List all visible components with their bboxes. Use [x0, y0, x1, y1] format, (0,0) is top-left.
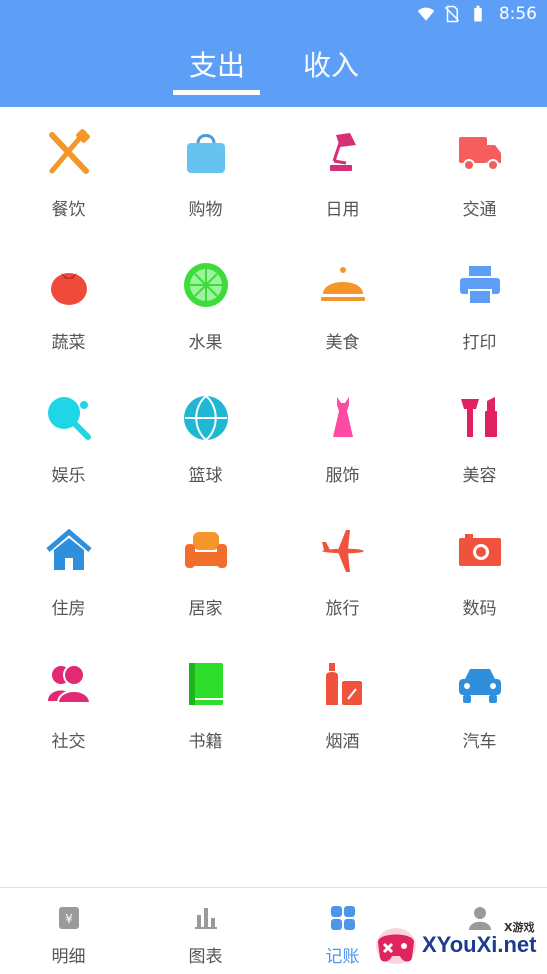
- category-item[interactable]: 购物: [137, 107, 274, 240]
- category-label: 购物: [188, 200, 223, 220]
- status-bar: 8:56: [0, 0, 547, 28]
- category-item[interactable]: 美容: [411, 373, 547, 506]
- grid-icon: [329, 904, 357, 932]
- category-label: 数码: [462, 599, 497, 619]
- desk-lamp-icon: [320, 129, 366, 175]
- category-item[interactable]: 书籍: [137, 639, 274, 772]
- shopping-bag-icon: [183, 129, 229, 175]
- camera-icon: [457, 528, 503, 574]
- airplane-icon: [320, 528, 366, 574]
- tab-expense[interactable]: 支出: [167, 44, 267, 84]
- status-time: 8:56: [498, 4, 537, 24]
- category-label: 居家: [188, 599, 223, 619]
- wifi-icon: [417, 7, 435, 21]
- printer-icon: [457, 262, 503, 308]
- category-label: 娱乐: [51, 466, 86, 486]
- nav-item-details[interactable]: ¥ 明细: [0, 888, 137, 974]
- category-label: 餐饮: [51, 200, 86, 220]
- category-label: 旅行: [325, 599, 360, 619]
- category-item[interactable]: 居家: [137, 506, 274, 639]
- category-item[interactable]: 篮球: [137, 373, 274, 506]
- cloche-icon: [320, 262, 366, 308]
- notebook-icon: ¥: [55, 904, 83, 932]
- tomato-icon: [46, 262, 92, 308]
- people-icon: [46, 661, 92, 707]
- bottle-icon: [320, 661, 366, 707]
- svg-text:¥: ¥: [65, 912, 73, 926]
- category-item[interactable]: 数码: [411, 506, 547, 639]
- category-label: 烟酒: [325, 732, 360, 752]
- makeup-icon: [457, 395, 503, 441]
- dress-icon: [320, 395, 366, 441]
- category-label: 美食: [325, 333, 360, 353]
- category-grid: 餐饮 购物 日用 交通 蔬菜 水果 美食 打印 娱乐 篮球 服饰 美容 住房 居…: [0, 107, 547, 887]
- category-item[interactable]: 交通: [411, 107, 547, 240]
- category-label: 交通: [462, 200, 497, 220]
- basketball-icon: [183, 395, 229, 441]
- header: 8:56 支出 收入: [0, 0, 547, 107]
- category-item[interactable]: 住房: [0, 506, 137, 639]
- tab-active-indicator: [173, 90, 260, 95]
- sofa-icon: [183, 528, 229, 574]
- nav-label: 图表: [188, 947, 223, 967]
- category-label: 篮球: [188, 466, 223, 486]
- truck-icon: [457, 129, 503, 175]
- nav-label: 明细: [51, 947, 86, 967]
- category-item[interactable]: 服饰: [274, 373, 411, 506]
- category-label: 美容: [462, 466, 497, 486]
- house-icon: [46, 528, 92, 574]
- category-item[interactable]: 日用: [274, 107, 411, 240]
- bar-chart-icon: [192, 904, 220, 932]
- lime-icon: [183, 262, 229, 308]
- watermark: X游戏 XYouXi.net: [370, 916, 547, 974]
- fork-knife-icon: [46, 129, 92, 175]
- category-item[interactable]: 蔬菜: [0, 240, 137, 373]
- gamepad-logo-icon: [376, 928, 416, 964]
- category-item[interactable]: 水果: [137, 240, 274, 373]
- ping-pong-icon: [46, 395, 92, 441]
- category-item[interactable]: 美食: [274, 240, 411, 373]
- category-item[interactable]: 餐饮: [0, 107, 137, 240]
- no-sim-icon: [444, 5, 460, 23]
- category-label: 服饰: [325, 466, 360, 486]
- book-icon: [183, 661, 229, 707]
- category-item[interactable]: 打印: [411, 240, 547, 373]
- tab-income[interactable]: 收入: [281, 44, 381, 84]
- status-icons: 8:56: [417, 4, 537, 24]
- watermark-text: XYouXi.net: [422, 932, 537, 957]
- category-item[interactable]: 旅行: [274, 506, 411, 639]
- category-label: 住房: [51, 599, 86, 619]
- category-label: 社交: [51, 732, 86, 752]
- category-label: 书籍: [188, 732, 223, 752]
- car-icon: [457, 661, 503, 707]
- category-item[interactable]: 汽车: [411, 639, 547, 772]
- category-item[interactable]: 社交: [0, 639, 137, 772]
- category-label: 日用: [325, 200, 360, 220]
- nav-item-charts[interactable]: 图表: [137, 888, 274, 974]
- category-label: 蔬菜: [51, 333, 86, 353]
- category-label: 汽车: [462, 732, 497, 752]
- type-tabs: 支出 收入: [0, 36, 547, 96]
- category-item[interactable]: 娱乐: [0, 373, 137, 506]
- category-item[interactable]: 烟酒: [274, 639, 411, 772]
- battery-icon: [474, 5, 482, 22]
- category-label: 水果: [188, 333, 223, 353]
- category-label: 打印: [462, 333, 497, 353]
